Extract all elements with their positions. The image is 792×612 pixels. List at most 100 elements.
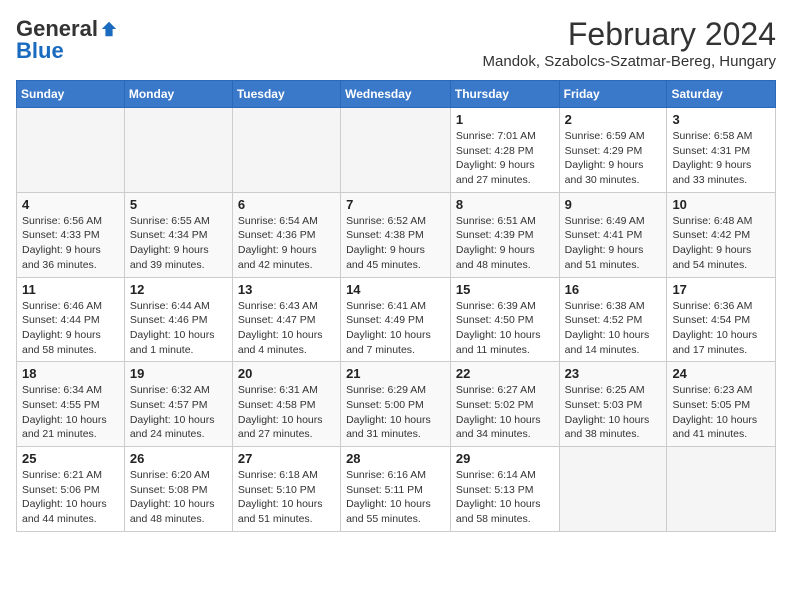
week-row-5: 25 Sunrise: 6:21 AM Sunset: 5:06 PM Dayli… bbox=[17, 447, 776, 532]
day-info: Sunrise: 7:01 AM Sunset: 4:28 PM Dayligh… bbox=[456, 129, 554, 188]
day-info: Sunrise: 6:25 AM Sunset: 5:03 PM Dayligh… bbox=[565, 383, 662, 442]
day-info: Sunrise: 6:59 AM Sunset: 4:29 PM Dayligh… bbox=[565, 129, 662, 188]
day-info: Sunrise: 6:23 AM Sunset: 5:05 PM Dayligh… bbox=[672, 383, 770, 442]
day-info: Sunrise: 6:38 AM Sunset: 4:52 PM Dayligh… bbox=[565, 299, 662, 358]
week-row-4: 18 Sunrise: 6:34 AM Sunset: 4:55 PM Dayli… bbox=[17, 362, 776, 447]
day-number: 2 bbox=[565, 112, 662, 127]
day-cell bbox=[667, 447, 776, 532]
day-info: Sunrise: 6:31 AM Sunset: 4:58 PM Dayligh… bbox=[238, 383, 335, 442]
day-cell: 1 Sunrise: 7:01 AM Sunset: 4:28 PM Daylig… bbox=[450, 108, 559, 193]
day-number: 19 bbox=[130, 366, 227, 381]
day-info: Sunrise: 6:16 AM Sunset: 5:11 PM Dayligh… bbox=[346, 468, 445, 527]
day-cell: 9Sunrise: 6:49 AM Sunset: 4:41 PM Daylig… bbox=[559, 192, 667, 277]
page-header: General Blue February 2024 Mandok, Szabo… bbox=[16, 16, 776, 70]
day-number: 8 bbox=[456, 197, 554, 212]
day-cell: 11 Sunrise: 6:46 AM Sunset: 4:44 PM Dayli… bbox=[17, 277, 125, 362]
day-number: 3 bbox=[672, 112, 770, 127]
day-number: 4 bbox=[22, 197, 119, 212]
location-title: Mandok, Szabolcs-Szatmar-Bereg, Hungary bbox=[483, 53, 776, 70]
day-cell bbox=[559, 447, 667, 532]
week-row-1: 1 Sunrise: 7:01 AM Sunset: 4:28 PM Daylig… bbox=[17, 108, 776, 193]
day-cell: 19Sunrise: 6:32 AM Sunset: 4:57 PM Dayli… bbox=[124, 362, 232, 447]
day-number: 27 bbox=[238, 451, 335, 466]
day-info: Sunrise: 6:55 AM Sunset: 4:34 PM Dayligh… bbox=[130, 214, 227, 273]
day-cell: 23 Sunrise: 6:25 AM Sunset: 5:03 PM Dayli… bbox=[559, 362, 667, 447]
day-info: Sunrise: 6:39 AM Sunset: 4:50 PM Dayligh… bbox=[456, 299, 554, 358]
day-number: 20 bbox=[238, 366, 335, 381]
calendar-table: SundayMondayTuesdayWednesdayThursdayFrid… bbox=[16, 80, 776, 532]
day-cell: 29 Sunrise: 6:14 AM Sunset: 5:13 PM Dayli… bbox=[450, 447, 559, 532]
day-cell bbox=[232, 108, 340, 193]
day-number: 7 bbox=[346, 197, 445, 212]
day-info: Sunrise: 6:43 AM Sunset: 4:47 PM Dayligh… bbox=[238, 299, 335, 358]
day-number: 13 bbox=[238, 282, 335, 297]
day-info: Sunrise: 6:49 AM Sunset: 4:41 PM Dayligh… bbox=[565, 214, 662, 273]
day-cell: 25 Sunrise: 6:21 AM Sunset: 5:06 PM Dayli… bbox=[17, 447, 125, 532]
day-number: 14 bbox=[346, 282, 445, 297]
day-number: 23 bbox=[565, 366, 662, 381]
day-cell: 10Sunrise: 6:48 AM Sunset: 4:42 PM Dayli… bbox=[667, 192, 776, 277]
day-info: Sunrise: 6:46 AM Sunset: 4:44 PM Dayligh… bbox=[22, 299, 119, 358]
day-cell: 6 Sunrise: 6:54 AM Sunset: 4:36 PM Daylig… bbox=[232, 192, 340, 277]
day-cell bbox=[17, 108, 125, 193]
day-number: 10 bbox=[672, 197, 770, 212]
day-cell: 16 Sunrise: 6:38 AM Sunset: 4:52 PM Dayli… bbox=[559, 277, 667, 362]
day-header-saturday: Saturday bbox=[667, 81, 776, 108]
calendar-body: 1 Sunrise: 7:01 AM Sunset: 4:28 PM Daylig… bbox=[17, 108, 776, 532]
day-cell: 21 Sunrise: 6:29 AM Sunset: 5:00 PM Dayli… bbox=[341, 362, 451, 447]
day-number: 25 bbox=[22, 451, 119, 466]
day-number: 28 bbox=[346, 451, 445, 466]
day-header-friday: Friday bbox=[559, 81, 667, 108]
day-header-monday: Monday bbox=[124, 81, 232, 108]
month-title: February 2024 bbox=[483, 16, 776, 53]
day-number: 1 bbox=[456, 112, 554, 127]
day-cell: 27 Sunrise: 6:18 AM Sunset: 5:10 PM Dayli… bbox=[232, 447, 340, 532]
day-info: Sunrise: 6:56 AM Sunset: 4:33 PM Dayligh… bbox=[22, 214, 119, 273]
day-info: Sunrise: 6:29 AM Sunset: 5:00 PM Dayligh… bbox=[346, 383, 445, 442]
day-cell: 2 Sunrise: 6:59 AM Sunset: 4:29 PM Daylig… bbox=[559, 108, 667, 193]
day-number: 22 bbox=[456, 366, 554, 381]
day-number: 5 bbox=[130, 197, 227, 212]
day-number: 18 bbox=[22, 366, 119, 381]
day-number: 11 bbox=[22, 282, 119, 297]
day-number: 29 bbox=[456, 451, 554, 466]
day-number: 17 bbox=[672, 282, 770, 297]
day-cell: 22 Sunrise: 6:27 AM Sunset: 5:02 PM Dayli… bbox=[450, 362, 559, 447]
logo: General Blue bbox=[16, 16, 118, 64]
day-number: 21 bbox=[346, 366, 445, 381]
day-info: Sunrise: 6:58 AM Sunset: 4:31 PM Dayligh… bbox=[672, 129, 770, 188]
day-info: Sunrise: 6:36 AM Sunset: 4:54 PM Dayligh… bbox=[672, 299, 770, 358]
day-cell: 17 Sunrise: 6:36 AM Sunset: 4:54 PM Dayli… bbox=[667, 277, 776, 362]
day-cell: 14Sunrise: 6:41 AM Sunset: 4:49 PM Dayli… bbox=[341, 277, 451, 362]
day-info: Sunrise: 6:51 AM Sunset: 4:39 PM Dayligh… bbox=[456, 214, 554, 273]
day-info: Sunrise: 6:20 AM Sunset: 5:08 PM Dayligh… bbox=[130, 468, 227, 527]
day-cell: 20 Sunrise: 6:31 AM Sunset: 4:58 PM Dayli… bbox=[232, 362, 340, 447]
day-header-tuesday: Tuesday bbox=[232, 81, 340, 108]
day-cell: 5 Sunrise: 6:55 AM Sunset: 4:34 PM Daylig… bbox=[124, 192, 232, 277]
day-cell: 26Sunrise: 6:20 AM Sunset: 5:08 PM Dayli… bbox=[124, 447, 232, 532]
day-number: 6 bbox=[238, 197, 335, 212]
day-info: Sunrise: 6:21 AM Sunset: 5:06 PM Dayligh… bbox=[22, 468, 119, 527]
day-info: Sunrise: 6:18 AM Sunset: 5:10 PM Dayligh… bbox=[238, 468, 335, 527]
logo-blue-text: Blue bbox=[16, 38, 64, 64]
day-info: Sunrise: 6:34 AM Sunset: 4:55 PM Dayligh… bbox=[22, 383, 119, 442]
day-number: 24 bbox=[672, 366, 770, 381]
day-cell: 28 Sunrise: 6:16 AM Sunset: 5:11 PM Dayli… bbox=[341, 447, 451, 532]
day-info: Sunrise: 6:52 AM Sunset: 4:38 PM Dayligh… bbox=[346, 214, 445, 273]
day-cell bbox=[124, 108, 232, 193]
day-number: 16 bbox=[565, 282, 662, 297]
day-cell: 15 Sunrise: 6:39 AM Sunset: 4:50 PM Dayli… bbox=[450, 277, 559, 362]
week-row-3: 11 Sunrise: 6:46 AM Sunset: 4:44 PM Dayli… bbox=[17, 277, 776, 362]
day-cell: 7 Sunrise: 6:52 AM Sunset: 4:38 PM Daylig… bbox=[341, 192, 451, 277]
day-info: Sunrise: 6:54 AM Sunset: 4:36 PM Dayligh… bbox=[238, 214, 335, 273]
day-number: 15 bbox=[456, 282, 554, 297]
calendar-header: SundayMondayTuesdayWednesdayThursdayFrid… bbox=[17, 81, 776, 108]
day-info: Sunrise: 6:14 AM Sunset: 5:13 PM Dayligh… bbox=[456, 468, 554, 527]
day-cell: 4 Sunrise: 6:56 AM Sunset: 4:33 PM Daylig… bbox=[17, 192, 125, 277]
day-number: 12 bbox=[130, 282, 227, 297]
day-cell: 18 Sunrise: 6:34 AM Sunset: 4:55 PM Dayli… bbox=[17, 362, 125, 447]
day-header-thursday: Thursday bbox=[450, 81, 559, 108]
day-cell: 3 Sunrise: 6:58 AM Sunset: 4:31 PM Daylig… bbox=[667, 108, 776, 193]
day-cell: 13 Sunrise: 6:43 AM Sunset: 4:47 PM Dayli… bbox=[232, 277, 340, 362]
day-info: Sunrise: 6:27 AM Sunset: 5:02 PM Dayligh… bbox=[456, 383, 554, 442]
